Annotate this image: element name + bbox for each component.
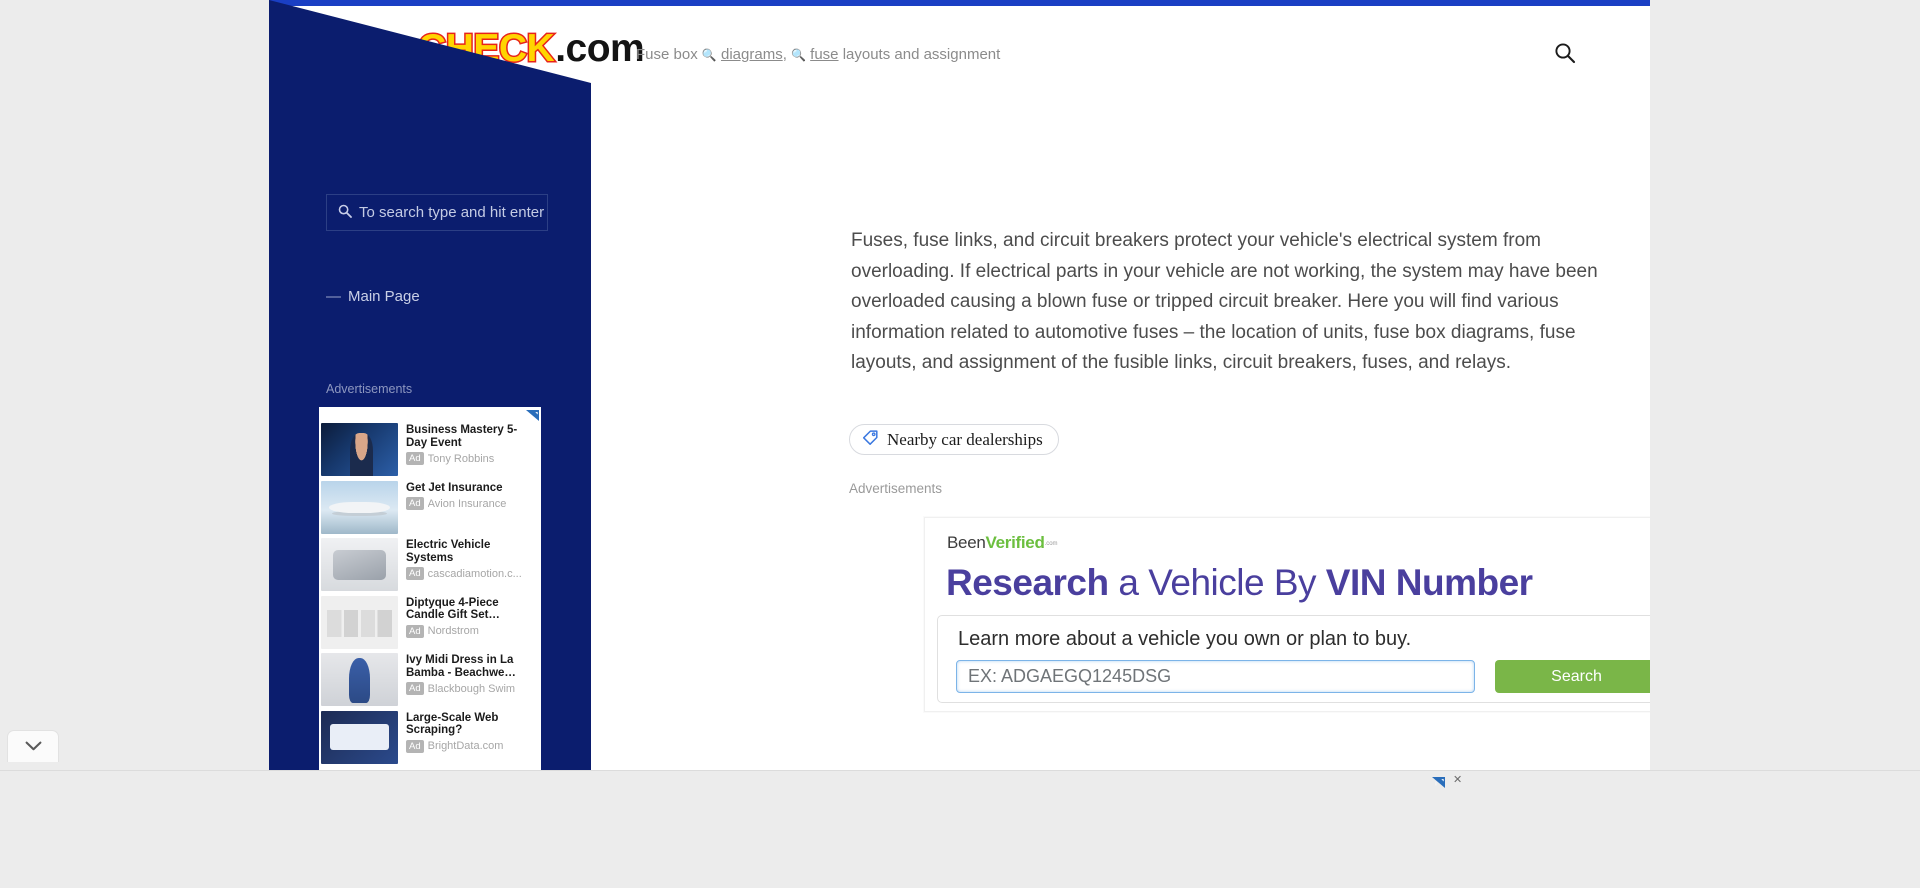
sidebar-ad-copy: Business Mastery 5-Day Event Ad Tony Robbi… <box>406 423 537 477</box>
sidebar-ad-item[interactable]: Diptyque 4-Piece Candle Gift Set… Ad Nords… <box>319 594 541 652</box>
sidebar-item-label: Main Page <box>348 288 420 305</box>
sidebar-ad-source: Ad Tony Robbins <box>406 452 537 466</box>
sidebar-ad-advertiser: BrightData.com <box>427 740 504 753</box>
sidebar-ad-source: Ad Avion Insurance <box>406 497 537 511</box>
sidebar: To search type and hit enter — Main Page … <box>269 0 591 770</box>
logo-dotcom: .com <box>1044 541 1058 547</box>
sidebar-ad-advertiser: cascadiamotion.c... <box>427 567 522 580</box>
headline-mid: a Vehicle By <box>1108 562 1326 603</box>
search-icon: 🔍 <box>701 48 717 62</box>
vin-search-card: Learn more about a vehicle you own or pl… <box>937 615 1650 703</box>
sidebar-ad-copy: Get Jet Insurance Ad Avion Insurance <box>406 481 537 535</box>
sidebar-ad-thumbnail[interactable] <box>321 538 398 591</box>
main-content: Fuses, fuse links, and circuit breakers … <box>591 79 1650 770</box>
sidebar-ad-advertiser: Blackbough Swim <box>427 682 516 695</box>
vin-subheading: Learn more about a vehicle you own or pl… <box>958 628 1412 650</box>
sidebar-ad-title[interactable]: Ivy Midi Dress in La Bamba - Beachwe… <box>406 654 537 679</box>
banner-ad[interactable]: i ✕ BeenVerified.com Research a Vehicle … <box>924 517 1650 712</box>
sidebar-ad-source: Ad BrightData.com <box>406 739 537 753</box>
tag-icon <box>862 429 879 451</box>
nearby-dealerships-chip[interactable]: Nearby car dealerships <box>849 424 1059 455</box>
strip-divider <box>0 770 1920 771</box>
sidebar-ad-thumbnail[interactable] <box>321 480 398 534</box>
logo-verified: Verified <box>985 533 1045 552</box>
sidebar-ad-thumbnail[interactable] <box>321 423 398 476</box>
sidebar-ad-thumbnail[interactable] <box>321 595 398 649</box>
vin-input-placeholder: EX: ADGAEGQ1245DSG <box>968 666 1172 686</box>
tagline-link-fuse[interactable]: fuse <box>810 46 838 63</box>
sidebar-ad-item[interactable]: Ivy Midi Dress in La Bamba - Beachwe… Ad B… <box>319 651 541 709</box>
sidebar-ad-item[interactable]: Large-Scale Web Scraping? Ad BrightData.co… <box>319 709 541 767</box>
nearby-dealerships-label: Nearby car dealerships <box>887 429 1043 449</box>
site-tagline: Fuse box 🔍 diagrams, 🔍 fuse layouts and … <box>636 46 1000 63</box>
sidebar-ad-unit: i Business Mastery 5-Day Event Ad Tony Rob… <box>319 407 541 770</box>
sidebar-ad-advertiser: Tony Robbins <box>427 452 495 465</box>
svg-text:i: i <box>1435 781 1436 788</box>
tagline-post: layouts and assignment <box>838 46 1001 63</box>
adchoices-icon[interactable]: i <box>526 408 539 421</box>
sidebar-item-main-page[interactable]: — Main Page <box>326 288 420 305</box>
sidebar-ad-title[interactable]: Get Jet Insurance <box>406 482 537 495</box>
sidebar-ad-title[interactable]: Large-Scale Web Scraping? <box>406 712 537 737</box>
search-input-placeholder: To search type and hit enter <box>359 204 545 221</box>
right-gutter <box>1650 0 1920 888</box>
sidebar-ad-source: Ad cascadiamotion.c... <box>406 567 537 581</box>
sidebar-ad-copy: Ivy Midi Dress in La Bamba - Beachwe… Ad B… <box>406 653 537 707</box>
tagline-pre: Fuse box <box>636 46 702 63</box>
ad-badge: Ad <box>406 567 424 581</box>
collapse-strip-button[interactable] <box>7 730 59 762</box>
intro-paragraph: Fuses, fuse links, and circuit breakers … <box>851 230 1598 373</box>
sidebar-ad-title[interactable]: Business Mastery 5-Day Event <box>406 424 537 449</box>
sidebar-ad-title[interactable]: Electric Vehicle Systems <box>406 539 537 564</box>
search-icon[interactable] <box>1554 42 1576 64</box>
search-input[interactable]: To search type and hit enter <box>326 194 548 231</box>
vin-search-button[interactable]: Search <box>1495 660 1650 693</box>
browser-viewport: FuseCHECK.com Fuse box 🔍 diagrams, 🔍 fus… <box>0 0 1920 888</box>
ad-badge: Ad <box>406 624 424 638</box>
tagline-mid: , <box>782 46 792 63</box>
sidebar-ad-item[interactable]: Get Jet Insurance Ad Avion Insurance <box>319 479 541 537</box>
headline-bold-2: VIN Number <box>1325 562 1533 603</box>
sidebar-ad-copy: Diptyque 4-Piece Candle Gift Set… Ad Nords… <box>406 596 537 650</box>
sidebar-ad-item[interactable]: Electric Vehicle Systems Ad cascadiamotion… <box>319 536 541 594</box>
content-ads-label: Advertisements <box>849 481 943 496</box>
sidebar-ad-title[interactable]: Diptyque 4-Piece Candle Gift Set… <box>406 597 537 622</box>
sidebar-ad-thumbnail[interactable] <box>321 653 398 706</box>
banner-headline: Research a Vehicle By VIN Number <box>946 562 1533 604</box>
sidebar-ad-item[interactable]: Business Mastery 5-Day Event Ad Tony Robbi… <box>319 421 541 479</box>
search-icon <box>338 204 352 221</box>
sidebar-ad-copy: Electric Vehicle Systems Ad cascadiamotion… <box>406 538 537 592</box>
sidebar-ad-thumbnail[interactable] <box>321 710 398 764</box>
sidebar-item-dash: — <box>326 288 341 305</box>
search-icon: 🔍 <box>791 48 806 62</box>
logo-been: Been <box>947 533 986 552</box>
sidebar-ad-source: Ad Blackbough Swim <box>406 682 537 696</box>
adchoices-icon[interactable]: i <box>1432 775 1445 788</box>
chevron-down-icon <box>25 738 42 756</box>
svg-text:i: i <box>529 414 530 421</box>
site-page: FuseCHECK.com Fuse box 🔍 diagrams, 🔍 fus… <box>269 0 1650 770</box>
ad-badge: Ad <box>406 452 424 466</box>
sidebar-ads-label: Advertisements <box>326 382 413 396</box>
sidebar-ad-source: Ad Nordstrom <box>406 624 537 638</box>
sidebar-ad-list: Business Mastery 5-Day Event Ad Tony Robbi… <box>319 421 541 766</box>
vin-input[interactable]: EX: ADGAEGQ1245DSG <box>956 660 1475 693</box>
sidebar-ad-advertiser: Nordstrom <box>427 625 479 638</box>
ad-badge: Ad <box>406 682 424 696</box>
beenverified-logo: BeenVerified.com <box>947 533 1058 553</box>
sidebar-ad-advertiser: Avion Insurance <box>427 497 507 510</box>
bottom-ad-strip: i ✕ <box>0 770 1920 888</box>
logo-suffix: .com <box>555 27 645 70</box>
ad-badge: Ad <box>406 739 424 753</box>
ad-badge: Ad <box>406 497 424 511</box>
sidebar-ad-copy: Large-Scale Web Scraping? Ad BrightData.co… <box>406 711 537 765</box>
bottom-ad-controls: i ✕ <box>1432 775 1462 788</box>
headline-bold-1: Research <box>946 562 1109 603</box>
tagline-link-diagrams[interactable]: diagrams <box>721 46 783 63</box>
close-icon[interactable]: ✕ <box>1453 775 1462 786</box>
